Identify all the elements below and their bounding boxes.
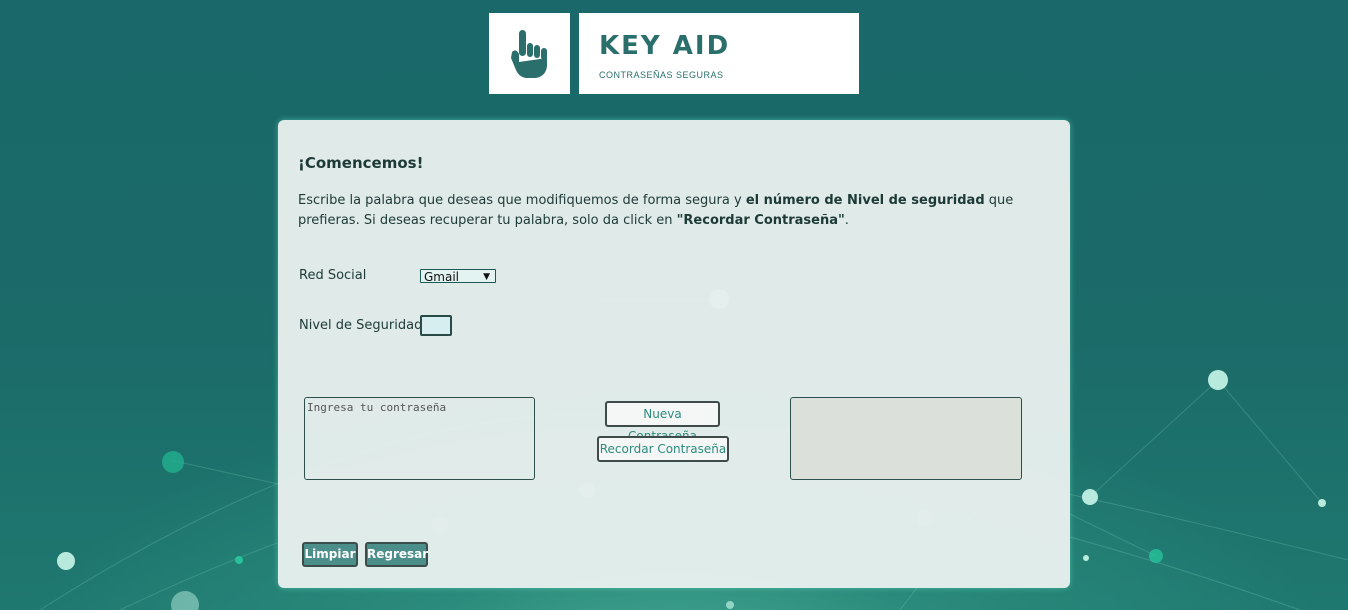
intro-part-1: Escribe la palabra que deseas que modifi… [298,193,746,208]
social-network-label: Red Social [299,268,367,283]
intro-text: Escribe la palabra que deseas que modifi… [298,191,1038,231]
result-output [790,397,1022,480]
clear-button[interactable]: Limpiar [302,542,358,567]
brand-tagline: CONTRASEÑAS SEGURAS [599,70,724,80]
logo-icon-box [489,13,570,94]
social-network-value: Gmail [424,270,460,284]
back-button[interactable]: Regresar [365,542,428,567]
security-level-input[interactable] [420,315,452,336]
security-level-label: Nivel de Seguridad [299,318,423,333]
social-network-select[interactable]: Gmail ▼ [420,269,496,284]
password-input[interactable]: Ingresa tu contraseña [304,397,535,480]
brand-box: KEY AID CONTRASEÑAS SEGURAS [579,13,859,94]
intro-part-3: . [844,213,849,228]
pointing-hand-icon [510,29,547,78]
brand-name: KEY AID [599,31,731,61]
new-password-button[interactable]: Nueva Contraseña [605,401,720,443]
intro-bold-1: el número de Nivel de seguridad [745,193,985,208]
recall-password-button[interactable]: Recordar Contraseña [597,436,729,462]
dropdown-arrow-icon: ▼ [483,272,490,282]
page-title: ¡Comencemos! [298,154,424,172]
intro-bold-2: "Recordar Contraseña" [676,213,845,228]
main-card: ¡Comencemos! Escribe la palabra que dese… [278,120,1070,588]
